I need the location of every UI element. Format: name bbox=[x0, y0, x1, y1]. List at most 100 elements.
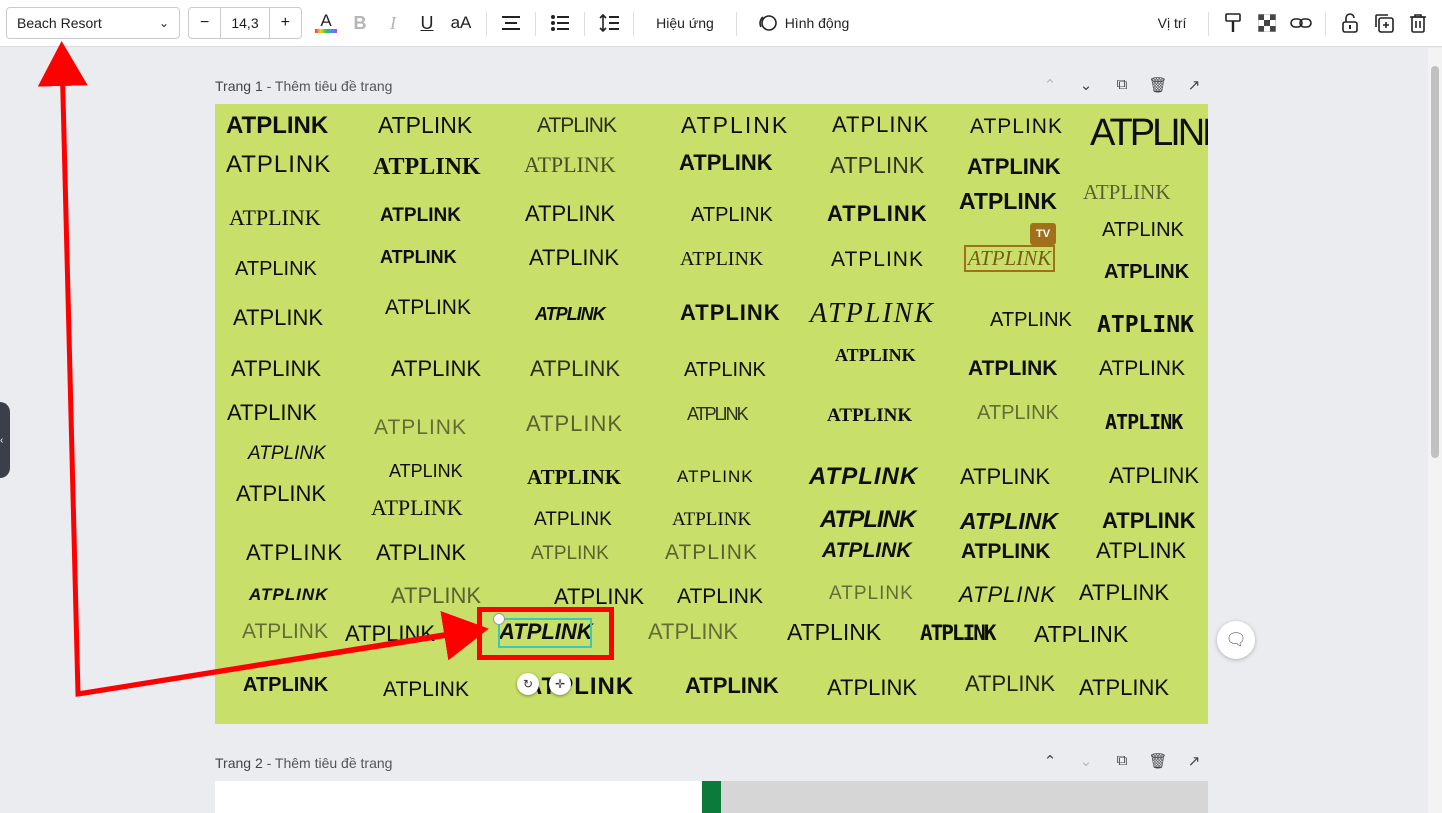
text-element[interactable]: ATPLINK bbox=[535, 305, 606, 323]
text-element[interactable]: ATPLINK bbox=[235, 259, 317, 279]
text-color-icon[interactable]: A bbox=[310, 7, 342, 39]
text-element[interactable]: ATPLINK bbox=[827, 203, 928, 225]
text-element[interactable]: ATPLINK bbox=[391, 358, 481, 380]
text-element[interactable]: ATPLINK bbox=[227, 402, 317, 424]
text-element[interactable]: ATPLINK bbox=[226, 114, 328, 138]
text-element[interactable]: ATPLINK bbox=[1083, 182, 1171, 203]
chevron-up-icon[interactable]: ⌃ bbox=[1040, 752, 1060, 770]
text-element[interactable]: ATPLINK bbox=[246, 542, 343, 564]
text-element[interactable]: ATPLINK bbox=[665, 542, 758, 563]
scrollbar-thumb[interactable] bbox=[1431, 66, 1439, 458]
align-icon[interactable] bbox=[495, 7, 527, 39]
text-element[interactable]: ATPLINK bbox=[554, 586, 644, 608]
text-element[interactable]: ATPLINK bbox=[967, 156, 1061, 178]
text-element[interactable]: ATPLINK bbox=[525, 203, 615, 225]
chevron-down-icon[interactable]: ⌄ bbox=[1076, 752, 1096, 770]
increase-size-button[interactable]: + bbox=[270, 8, 301, 38]
text-element[interactable]: ATPLINK bbox=[236, 483, 326, 505]
text-element[interactable]: ATPLINK bbox=[385, 297, 471, 318]
text-element[interactable]: ATPLINK bbox=[831, 249, 924, 270]
text-element[interactable]: ATPLINK bbox=[681, 114, 789, 137]
text-element[interactable]: ATPLINK bbox=[1102, 510, 1196, 532]
text-element[interactable]: ATPLINK bbox=[960, 466, 1050, 488]
text-element[interactable]: ATPLINK bbox=[1104, 262, 1189, 282]
text-element[interactable]: ATPLINK bbox=[961, 541, 1050, 562]
text-element[interactable]: ATPLINK bbox=[1034, 623, 1128, 646]
text-element[interactable]: ATPLINK bbox=[1079, 677, 1169, 699]
text-element[interactable]: ATPLINK bbox=[680, 302, 781, 324]
text-element[interactable]: ATPLINK bbox=[374, 417, 467, 438]
bold-icon[interactable]: B bbox=[344, 7, 376, 39]
text-element[interactable]: ATPLINK bbox=[1099, 358, 1185, 379]
duplicate-page-icon[interactable]: ⧉ bbox=[1112, 76, 1132, 94]
collapse-panel-button[interactable]: ‹ bbox=[0, 402, 10, 478]
text-element[interactable]: ATPLINK bbox=[373, 155, 481, 179]
underline-icon[interactable]: U bbox=[411, 7, 443, 39]
text-element[interactable]: ATPLINK bbox=[525, 675, 634, 699]
text-element[interactable]: ATPLINK bbox=[648, 621, 738, 643]
text-element[interactable]: ATPLINK bbox=[684, 360, 766, 380]
duplicate-icon[interactable] bbox=[1368, 7, 1400, 39]
text-element[interactable]: ATPLINK bbox=[832, 114, 929, 136]
add-comment-button[interactable]: 🗨︎ bbox=[1217, 621, 1255, 659]
text-element[interactable]: ATPLINK bbox=[977, 403, 1059, 423]
list-icon[interactable] bbox=[544, 7, 576, 39]
text-element[interactable]: ATPLINK bbox=[680, 249, 763, 269]
chevron-down-icon[interactable]: ⌄ bbox=[1076, 76, 1096, 94]
position-button[interactable]: Vị trí bbox=[1144, 7, 1200, 39]
text-element[interactable]: ATPLINK bbox=[371, 497, 463, 519]
text-element[interactable]: ATPLINK bbox=[376, 542, 466, 564]
add-page-icon[interactable]: ↗ bbox=[1184, 752, 1204, 770]
text-element[interactable]: ATPLINK bbox=[389, 462, 463, 480]
text-element[interactable]: ATPLINK bbox=[685, 675, 779, 697]
text-element[interactable]: ATPLINK bbox=[233, 307, 323, 329]
case-icon[interactable]: aA bbox=[445, 7, 477, 39]
text-element[interactable]: ATPLINK bbox=[809, 465, 918, 489]
add-page-icon[interactable]: ↗ bbox=[1184, 76, 1204, 94]
text-element[interactable]: ATPLINK bbox=[787, 621, 881, 644]
text-element[interactable]: ATPLINK bbox=[526, 413, 623, 435]
text-element[interactable]: ATPLINK bbox=[829, 584, 914, 603]
page-2-title[interactable]: Trang 2 - Thêm tiêu đề trang bbox=[215, 755, 392, 771]
text-element[interactable]: ATPLINK bbox=[529, 247, 619, 269]
text-element[interactable]: ATPLINK bbox=[827, 677, 917, 699]
text-element[interactable]: ATPLINK bbox=[830, 154, 924, 177]
animate-button[interactable]: Hình động bbox=[748, 7, 858, 39]
text-element[interactable]: ATPLINK bbox=[345, 623, 435, 645]
font-size-input[interactable]: 14,3 bbox=[220, 8, 270, 38]
text-element[interactable]: ATPLINK bbox=[537, 115, 617, 136]
text-element[interactable]: ATPLINK bbox=[959, 584, 1056, 606]
lock-icon[interactable] bbox=[1334, 7, 1366, 39]
link-icon[interactable] bbox=[1285, 7, 1317, 39]
text-element[interactable]: ATPLINK bbox=[920, 623, 997, 644]
text-element[interactable]: ATPLINK bbox=[970, 116, 1063, 137]
text-element[interactable]: ATPLINK bbox=[820, 508, 916, 532]
text-element[interactable]: ATPLINK bbox=[383, 679, 469, 700]
text-element[interactable]: ATPLINK bbox=[380, 206, 461, 225]
text-element[interactable]: ATPLINK bbox=[679, 152, 773, 174]
text-element[interactable]: ATPLINK bbox=[242, 621, 328, 642]
chevron-up-icon[interactable]: ⌃ bbox=[1040, 76, 1060, 94]
text-element[interactable]: ATPLINK bbox=[530, 358, 620, 380]
rotate-handle[interactable]: ↻ bbox=[517, 673, 539, 695]
text-element[interactable]: ATPLINK bbox=[1102, 220, 1184, 240]
resize-handle[interactable] bbox=[493, 613, 505, 625]
text-element[interactable]: ATPLINK bbox=[527, 467, 621, 488]
delete-page-icon[interactable]: 🗑︎ bbox=[1148, 752, 1168, 770]
paint-format-icon[interactable] bbox=[1217, 7, 1249, 39]
font-family-dropdown[interactable]: Beach Resort ⌄ bbox=[6, 7, 180, 39]
move-handle[interactable]: ✛ bbox=[549, 673, 571, 695]
decrease-size-button[interactable]: − bbox=[189, 8, 220, 38]
text-element[interactable]: ATPLINK bbox=[248, 444, 326, 463]
text-element[interactable]: ATPLINK bbox=[391, 585, 481, 607]
collaborator-selected-text[interactable]: ATPLINK bbox=[964, 245, 1056, 272]
text-element[interactable]: ATPLINK bbox=[524, 154, 616, 176]
text-element[interactable]: ATPLINK bbox=[960, 510, 1058, 533]
trash-icon[interactable] bbox=[1402, 7, 1434, 39]
text-element[interactable]: ATPLINK bbox=[1079, 582, 1169, 604]
text-element[interactable]: ATPLINK bbox=[231, 358, 321, 380]
text-element[interactable]: ATPLINK bbox=[531, 544, 609, 563]
text-element[interactable]: ATPLINK bbox=[534, 510, 612, 529]
text-element[interactable]: ATPLINK bbox=[380, 248, 457, 266]
text-element[interactable]: ATPLINK bbox=[243, 675, 328, 695]
